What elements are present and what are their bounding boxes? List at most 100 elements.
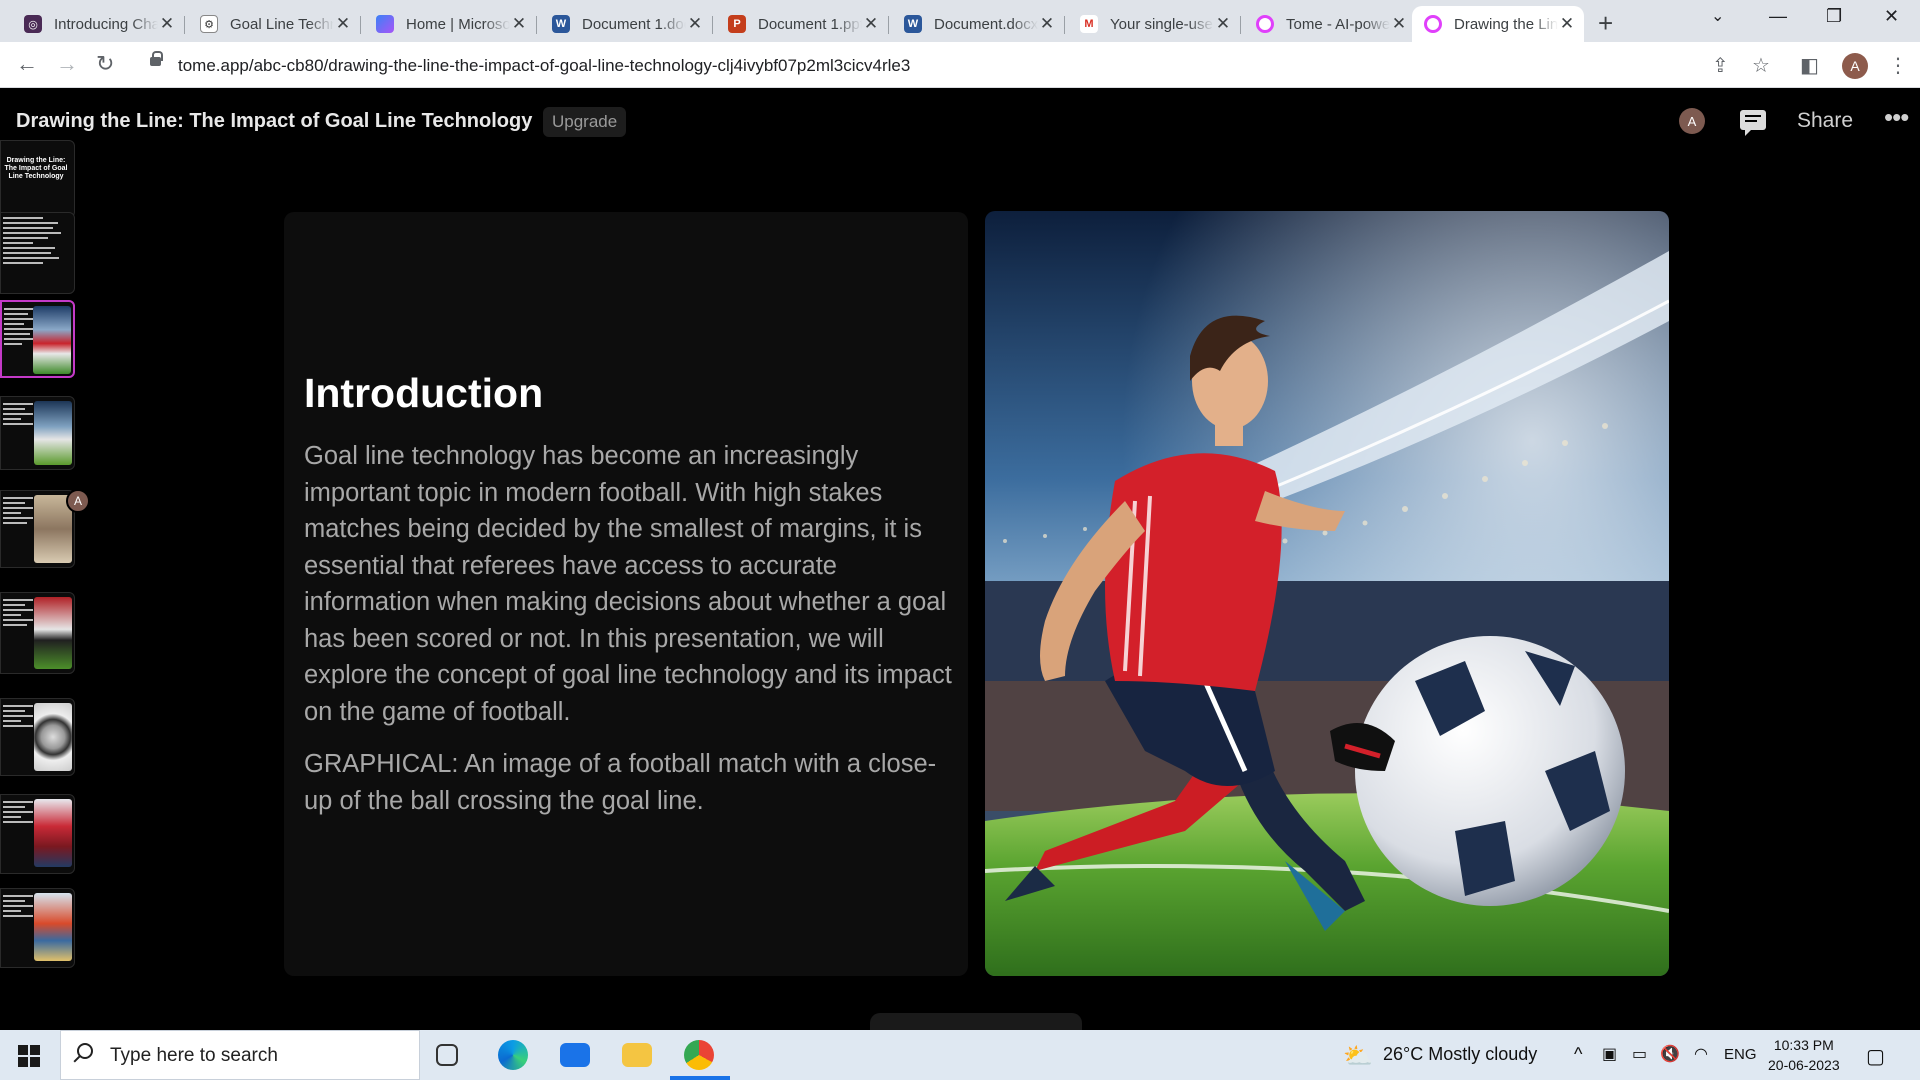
bookmark-star-icon[interactable]: ☆ xyxy=(1752,53,1770,78)
task-view-icon[interactable] xyxy=(436,1044,458,1066)
slide-thumbnail-9[interactable] xyxy=(0,888,75,968)
close-icon[interactable]: ✕ xyxy=(1214,14,1232,34)
browser-menu-icon[interactable]: ⋮ xyxy=(1888,53,1908,78)
edge-icon[interactable] xyxy=(498,1040,528,1070)
forward-button[interactable]: → xyxy=(56,51,78,77)
slide-thumbnail-1[interactable]: Drawing the Line: The Impact of Goal Lin… xyxy=(0,140,75,218)
chatgpt-icon: ◎ xyxy=(24,15,42,33)
clock-time: 10:33 PM xyxy=(1773,1037,1834,1053)
slide-thumbnail-6[interactable] xyxy=(0,592,75,674)
slide-thumbnail-8[interactable] xyxy=(0,794,75,874)
new-tab-button[interactable]: + xyxy=(1598,8,1613,39)
tab-tome-ai[interactable]: Tome - AI-powered ✕ xyxy=(1244,6,1416,42)
close-icon[interactable]: ✕ xyxy=(1038,14,1056,34)
upgrade-button[interactable]: Upgrade xyxy=(543,107,627,137)
tab-title: Goal Line Technology xyxy=(230,15,334,33)
more-options-icon[interactable]: ••• xyxy=(1884,102,1909,133)
notifications-icon[interactable]: ▢ xyxy=(1866,1044,1885,1069)
tab-search-chevron-icon[interactable]: ⌄ xyxy=(1711,6,1724,26)
close-icon[interactable]: ✕ xyxy=(158,14,176,34)
address-bar[interactable]: tome.app/abc-cb80/drawing-the-line-the-i… xyxy=(140,48,1760,82)
comment-icon[interactable] xyxy=(1740,110,1766,136)
close-icon[interactable]: ✕ xyxy=(1558,14,1576,34)
tab-title: Document 1.pptx xyxy=(758,15,862,33)
tab-introducing-chatgpt[interactable]: ◎ Introducing ChatGPT ✕ xyxy=(12,6,185,42)
tab-document-1-pptx[interactable]: P Document 1.pptx ✕ xyxy=(716,6,889,42)
close-icon[interactable]: ✕ xyxy=(686,14,704,34)
slide-thumbnail-5[interactable] xyxy=(0,490,75,568)
slide-body[interactable]: Goal line technology has become an incre… xyxy=(304,438,954,835)
tab-title: Drawing the Line xyxy=(1454,15,1558,33)
slide-thumbnail-4[interactable] xyxy=(0,396,75,470)
browser-tab-strip: ◎ Introducing ChatGPT ✕ ⚙ Goal Line Tech… xyxy=(0,0,1920,42)
tab-title: Document 1.docx xyxy=(582,15,686,33)
word-icon: W xyxy=(552,15,570,33)
browser-profile-avatar[interactable]: A xyxy=(1842,53,1868,79)
powerpoint-icon: P xyxy=(728,15,746,33)
windows-start-icon[interactable] xyxy=(18,1045,40,1067)
meet-now-icon[interactable]: ▣ xyxy=(1602,1044,1617,1064)
tab-microsoft-home[interactable]: Home | Microsoft ✕ xyxy=(364,6,537,42)
slide-thumbnail-3[interactable] xyxy=(0,300,75,378)
close-icon[interactable]: ✕ xyxy=(862,14,880,34)
mail-icon[interactable] xyxy=(560,1043,590,1067)
weather-text[interactable]: 26°C Mostly cloudy xyxy=(1383,1044,1537,1065)
word-icon: W xyxy=(904,15,922,33)
user-avatar[interactable]: A xyxy=(1679,108,1705,134)
slide-thumbnail-2[interactable] xyxy=(0,212,75,294)
browser-toolbar: ← → ↻ tome.app/abc-cb80/drawing-the-line… xyxy=(0,42,1920,88)
slide-image-footballer[interactable] xyxy=(985,211,1669,976)
minimize-button[interactable]: — xyxy=(1769,6,1787,27)
taskbar-search-box[interactable]: Type here to search xyxy=(60,1030,420,1080)
search-icon xyxy=(77,1043,93,1059)
close-window-button[interactable]: ✕ xyxy=(1884,6,1899,27)
language-indicator[interactable]: ENG xyxy=(1724,1046,1757,1063)
tome-app: Drawing the Line: The Impact of Goal Lin… xyxy=(0,88,1920,1033)
slide-paragraph[interactable]: Goal line technology has become an incre… xyxy=(304,438,954,730)
tab-title: Tome - AI-powered xyxy=(1286,15,1390,33)
tab-document-1-docx[interactable]: W Document 1.docx ✕ xyxy=(540,6,713,42)
slide-heading[interactable]: Introduction xyxy=(304,370,543,417)
tab-title: Your single-use code xyxy=(1110,15,1214,33)
close-icon[interactable]: ✕ xyxy=(1390,14,1408,34)
wifi-icon[interactable]: ◠ xyxy=(1694,1044,1708,1064)
share-page-icon[interactable]: ⇪ xyxy=(1712,53,1729,78)
document-title[interactable]: Drawing the Line: The Impact of Goal Lin… xyxy=(16,110,532,133)
tab-goal-line-technology[interactable]: ⚙ Goal Line Technology ✕ xyxy=(188,6,361,42)
lock-icon xyxy=(150,51,163,66)
football-player-illustration xyxy=(985,211,1669,976)
file-explorer-icon[interactable] xyxy=(622,1043,652,1067)
chatgpt-icon: ⚙ xyxy=(200,15,218,33)
back-button[interactable]: ← xyxy=(16,51,38,77)
microsoft-icon xyxy=(376,15,394,33)
slide-thumbnails: Drawing the Line: The Impact of Goal Lin… xyxy=(0,140,80,1020)
close-icon[interactable]: ✕ xyxy=(334,14,352,34)
slide-thumbnail-7[interactable] xyxy=(0,698,75,776)
side-panel-icon[interactable]: ◧ xyxy=(1800,53,1819,78)
clock-date: 20-06-2023 xyxy=(1768,1057,1840,1073)
taskbar-clock[interactable]: 10:33 PM 20-06-2023 xyxy=(1768,1035,1840,1075)
volume-muted-icon[interactable]: 🔇 xyxy=(1660,1044,1680,1064)
slide-text-card[interactable]: Introduction Goal line technology has be… xyxy=(284,212,968,976)
url-text[interactable]: tome.app/abc-cb80/drawing-the-line-the-i… xyxy=(178,56,910,76)
battery-icon[interactable]: ▭ xyxy=(1632,1044,1647,1064)
tome-icon xyxy=(1424,15,1442,33)
share-button[interactable]: Share xyxy=(1797,109,1853,133)
search-placeholder: Type here to search xyxy=(110,1045,278,1066)
windows-taskbar: Type here to search ⛅ 26°C Mostly cloudy… xyxy=(0,1030,1920,1080)
close-icon[interactable]: ✕ xyxy=(510,14,528,34)
reload-button[interactable]: ↻ xyxy=(96,51,114,77)
restore-button[interactable]: ❐ xyxy=(1826,6,1842,27)
weather-cloud-icon: ⛅ xyxy=(1343,1043,1373,1070)
tray-chevron-up-icon[interactable]: ^ xyxy=(1574,1044,1582,1065)
tab-document-docx[interactable]: W Document.docx ✕ xyxy=(892,6,1065,42)
slide-graphical-note[interactable]: GRAPHICAL: An image of a football match … xyxy=(304,746,954,819)
thumbnail-title: Drawing the Line: The Impact of Goal Lin… xyxy=(4,157,68,180)
tab-gmail-code[interactable]: M Your single-use code ✕ xyxy=(1068,6,1241,42)
chrome-active-indicator xyxy=(670,1076,730,1080)
collaborator-avatar: A xyxy=(66,489,90,513)
gmail-icon: M xyxy=(1080,15,1098,33)
tab-title: Introducing ChatGPT xyxy=(54,15,158,33)
tab-drawing-the-line[interactable]: Drawing the Line ✕ xyxy=(1412,6,1584,42)
chrome-icon[interactable] xyxy=(684,1040,714,1070)
